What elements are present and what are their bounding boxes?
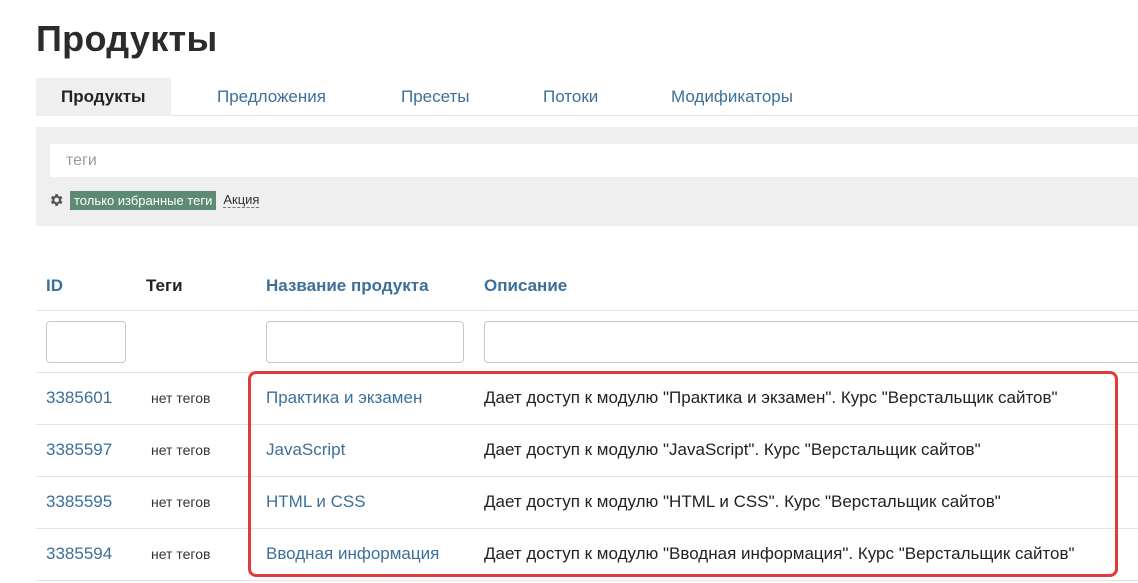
divider xyxy=(36,580,1138,581)
tag-akciya[interactable]: Акция xyxy=(223,192,260,208)
tab-streams[interactable]: Потоки xyxy=(543,78,598,116)
table-row: 3385595 нет тегов HTML и CSS Дает доступ… xyxy=(0,476,1138,528)
tab-presets[interactable]: Пресеты xyxy=(401,78,470,116)
table-row: 3385601 нет тегов Практика и экзамен Дае… xyxy=(0,372,1138,424)
product-tags: нет тегов xyxy=(151,546,211,562)
product-tags: нет тегов xyxy=(151,494,211,510)
product-tags: нет тегов xyxy=(151,442,211,458)
product-tags: нет тегов xyxy=(151,390,211,406)
column-header-tags: Теги xyxy=(146,276,183,295)
product-name-link[interactable]: HTML и CSS xyxy=(266,476,366,528)
product-description: Дает доступ к модулю "JavaScript". Курс … xyxy=(484,440,981,459)
tab-offers[interactable]: Предложения xyxy=(217,78,326,116)
column-header-id[interactable]: ID xyxy=(46,276,63,296)
product-name-link[interactable]: Практика и экзамен xyxy=(266,372,422,424)
product-name-link[interactable]: JavaScript xyxy=(266,424,345,476)
tab-bar: Продукты Предложения Пресеты Потоки Моди… xyxy=(36,78,1138,116)
table-row: 3385597 нет тегов JavaScript Дает доступ… xyxy=(0,424,1138,476)
tab-modifiers[interactable]: Модификаторы xyxy=(671,78,793,116)
product-id-link[interactable]: 3385595 xyxy=(46,476,112,528)
filter-panel: только избранные теги Акция xyxy=(36,127,1138,226)
column-header-name[interactable]: Название продукта xyxy=(266,276,429,296)
product-description: Дает доступ к модулю "Вводная информация… xyxy=(484,544,1075,563)
description-filter-input[interactable] xyxy=(484,321,1138,363)
gear-icon[interactable] xyxy=(48,192,64,208)
tab-products[interactable]: Продукты xyxy=(36,78,171,116)
product-description: Дает доступ к модулю "Практика и экзамен… xyxy=(484,388,1058,407)
product-description: Дает доступ к модулю "HTML и CSS". Курс … xyxy=(484,492,1001,511)
product-id-link[interactable]: 3385594 xyxy=(46,528,112,580)
divider xyxy=(36,310,1138,311)
table-row: 3385594 нет тегов Вводная информация Дае… xyxy=(0,528,1138,580)
tag-filter-row: только избранные теги Акция xyxy=(48,190,260,210)
name-filter-input[interactable] xyxy=(266,321,464,363)
id-filter-input[interactable] xyxy=(46,321,126,363)
products-page: Продукты Продукты Предложения Пресеты По… xyxy=(0,0,1138,583)
tags-search-input[interactable] xyxy=(50,144,1138,177)
product-id-link[interactable]: 3385601 xyxy=(46,372,112,424)
column-header-description[interactable]: Описание xyxy=(484,276,567,296)
product-id-link[interactable]: 3385597 xyxy=(46,424,112,476)
page-title: Продукты xyxy=(36,18,218,59)
product-name-link[interactable]: Вводная информация xyxy=(266,528,439,580)
favorite-tags-toggle[interactable]: только избранные теги xyxy=(70,190,217,210)
